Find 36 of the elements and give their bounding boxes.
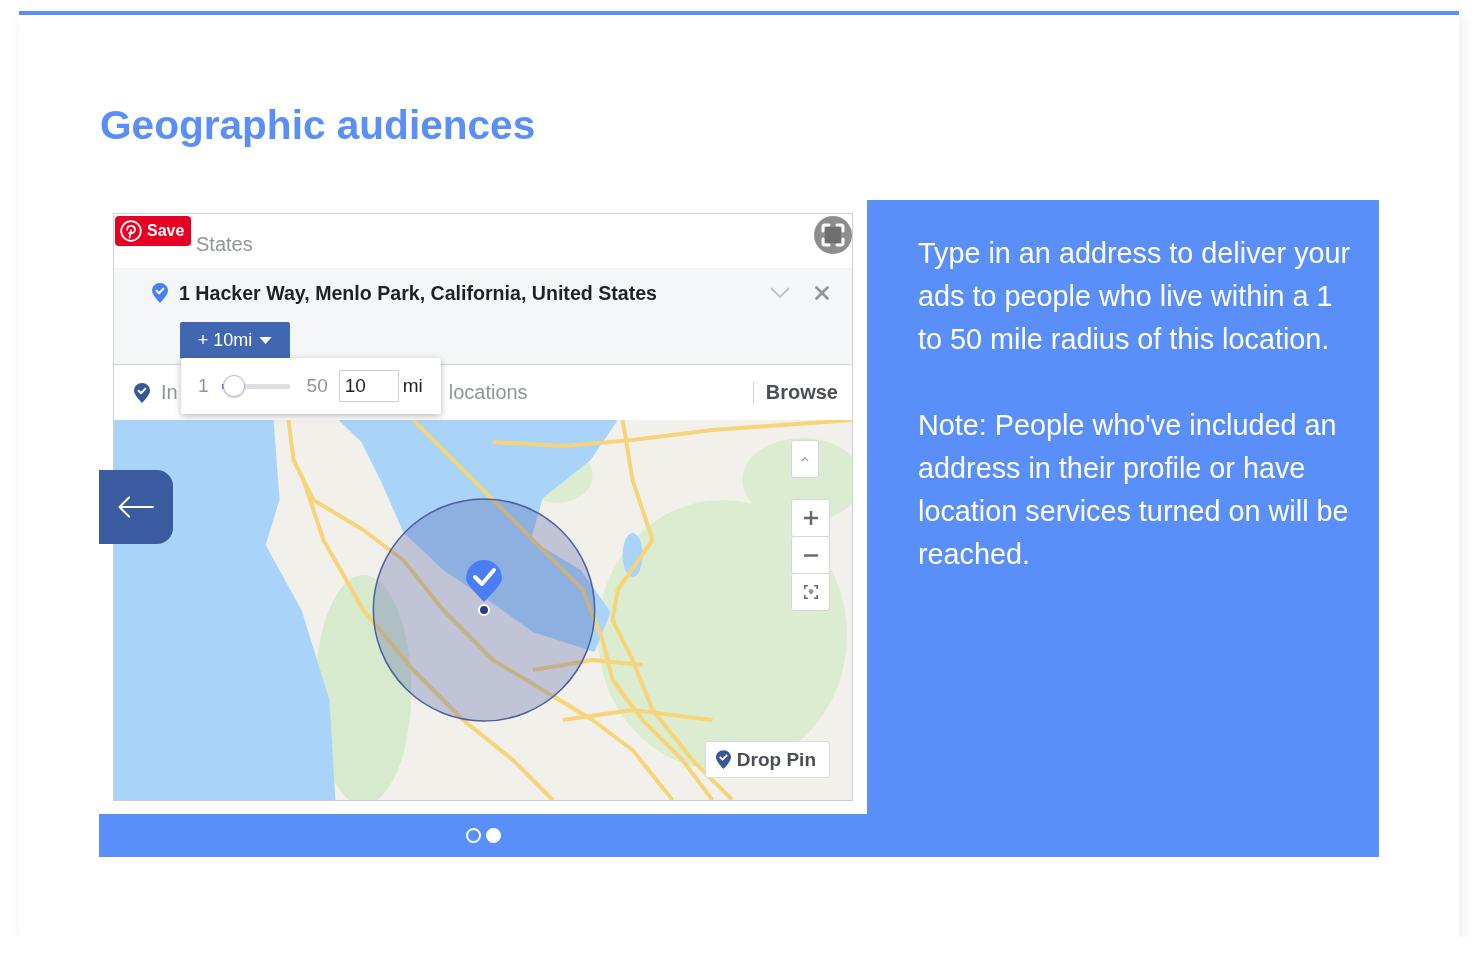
close-icon[interactable] xyxy=(815,286,829,300)
zoom-out-button[interactable] xyxy=(791,536,830,574)
unit-label: mi xyxy=(402,375,423,397)
slider-min-label: 1 xyxy=(198,375,209,397)
recenter-button[interactable] xyxy=(791,573,830,611)
radius-button[interactable]: + 10mi xyxy=(180,322,290,359)
chevron-up-icon xyxy=(801,456,809,462)
browse-button[interactable]: Browse xyxy=(765,381,838,404)
zoom-in-button[interactable] xyxy=(791,499,830,537)
arrow-left-icon xyxy=(118,496,154,518)
placeholder-text: locations xyxy=(448,381,528,404)
slider-max-label: 50 xyxy=(306,375,328,397)
expand-icon[interactable] xyxy=(814,216,852,254)
save-button[interactable]: Save xyxy=(115,216,192,246)
drop-pin-button[interactable]: Drop Pin xyxy=(704,741,830,778)
carousel-dot[interactable] xyxy=(465,828,481,843)
placeholder-text: In xyxy=(161,381,178,404)
location-pin-icon xyxy=(152,283,168,303)
caret-icon xyxy=(259,337,273,344)
minus-icon xyxy=(803,553,818,557)
map-pin-icon xyxy=(466,560,502,616)
address-text: 1 Hacker Way, Menlo Park, California, United States xyxy=(179,281,658,305)
focus-icon xyxy=(803,585,818,599)
country-text: States xyxy=(196,232,253,256)
previous-button[interactable] xyxy=(99,470,173,544)
carousel-dot[interactable] xyxy=(485,828,501,843)
section-title: Geographic audiences xyxy=(100,101,536,149)
description-text: Note: People who've included an address in their profile or have location services turned on will be reached. xyxy=(918,408,1350,572)
location-pin-icon xyxy=(715,750,731,769)
description-text: Type in an address to deliver your ads to people who live within a 1 to 50 mile radius of this location. xyxy=(918,236,1352,357)
radius-input[interactable]: 10 xyxy=(338,370,399,402)
chevron-down-icon[interactable] xyxy=(770,287,790,299)
plus-icon xyxy=(803,511,818,525)
slider-thumb[interactable] xyxy=(222,375,245,397)
logo-icon xyxy=(120,220,142,242)
location-pin-icon xyxy=(134,382,150,403)
